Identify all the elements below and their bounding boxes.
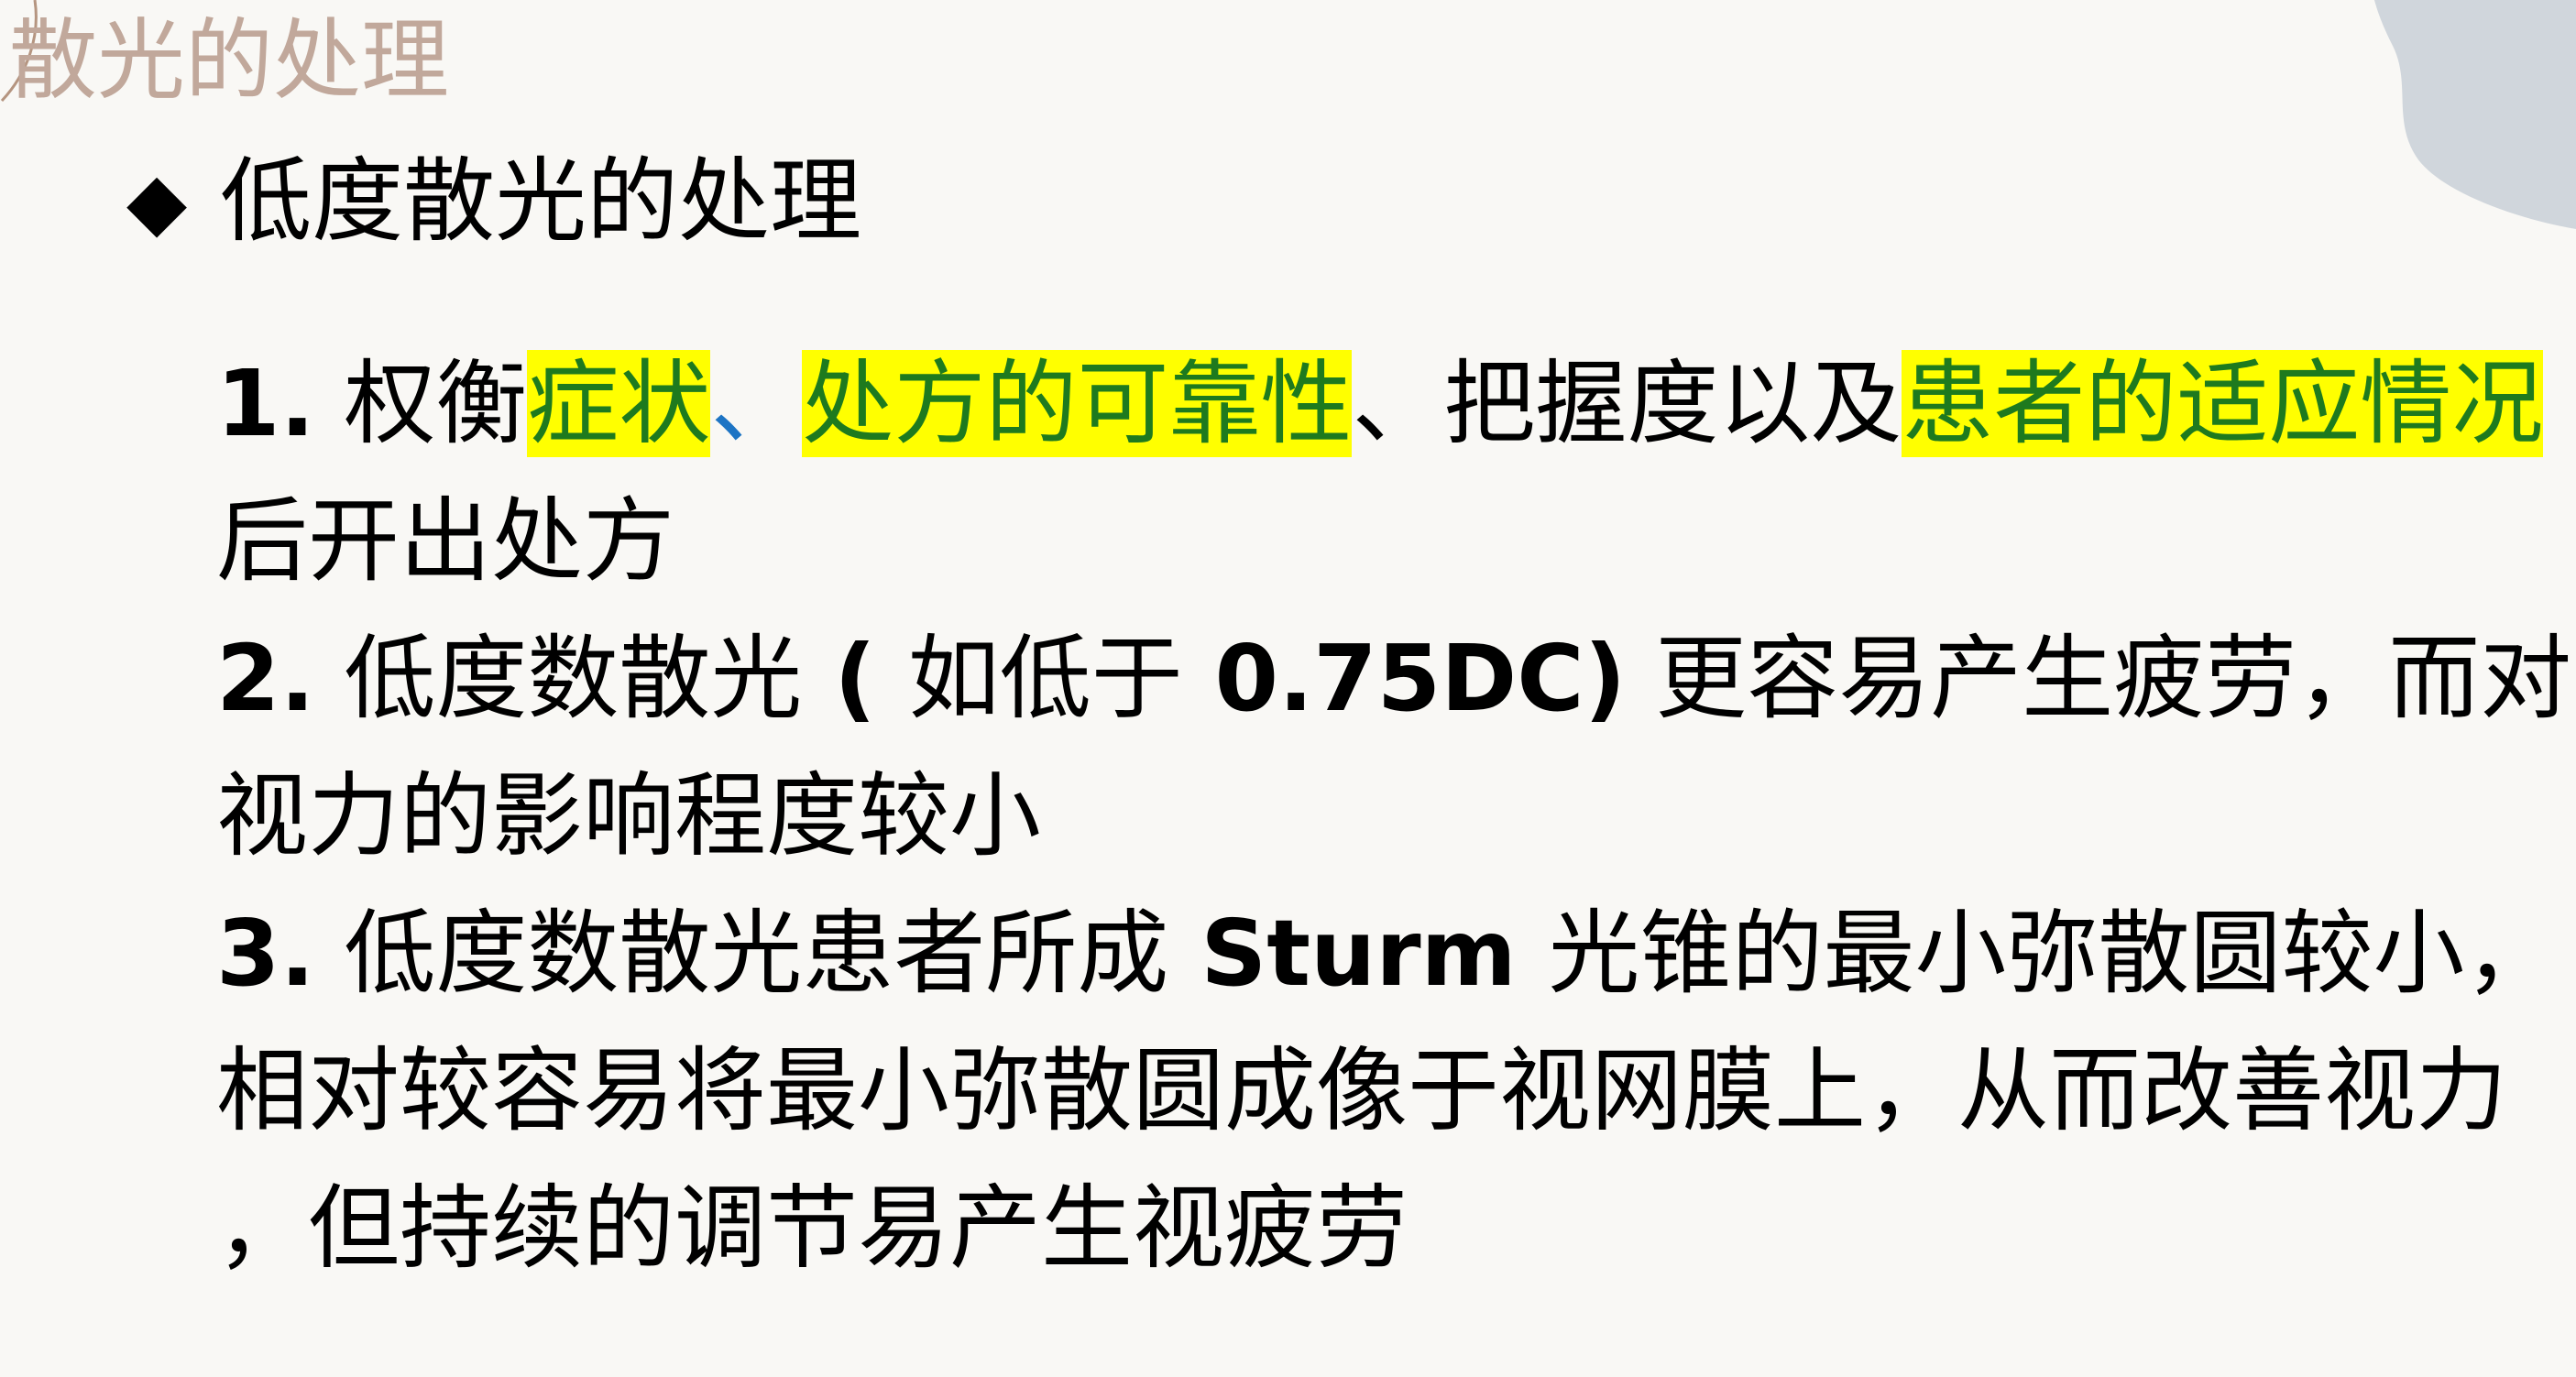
point-1-intro: 权衡 — [314, 350, 528, 457]
bullet-heading-text: 低度散光的处理 — [220, 148, 862, 255]
point-3-line-1: 3. 低度数散光患者所成 Sturm 光锥的最小弥散圆较小， — [216, 900, 2557, 1007]
point-3-number: 3. — [216, 900, 315, 1007]
point-1-number: 1. — [216, 350, 315, 457]
point-2-number: 2. — [216, 625, 315, 732]
point-2-text-3: 更容易产生疲劳，而对 — [1626, 625, 2572, 732]
point-2-text-1: 低度数散光 — [314, 625, 803, 732]
point-3-term: Sturm — [1168, 900, 1549, 1007]
point-1-highlight-symptoms: 症状 — [527, 350, 711, 457]
point-1-continuation: 后开出处方 — [216, 487, 674, 595]
point-1-highlight-adaptation: 患者的适应情况 — [1902, 350, 2544, 457]
point-1: 1. 权衡症状、处方的可靠性、把握度以及患者的适应情况 后开出处方 — [216, 335, 2544, 610]
point-1-mid-text: 、把握度以及 — [1352, 350, 1902, 457]
point-1-line-1: 1. 权衡症状、处方的可靠性、把握度以及患者的适应情况 — [216, 350, 2544, 457]
point-2-line-1: 2. 低度数散光 ( 如低于 0.75DC) 更容易产生疲劳，而对 — [216, 625, 2571, 732]
point-1-separator: 、 — [710, 350, 803, 457]
point-2: 2. 低度数散光 ( 如低于 0.75DC) 更容易产生疲劳，而对 视力的影响程… — [216, 610, 2571, 885]
point-3-line-3: ，但持续的调节易产生视疲劳 — [216, 1175, 1408, 1282]
point-1-highlight-reliability: 处方的可靠性 — [802, 350, 1353, 457]
point-2-paren-open: ( — [802, 625, 908, 732]
point-2-text-2: 如低于 — [907, 625, 1183, 732]
point-3-text-2: 光锥的最小弥散圆较小， — [1548, 900, 2557, 1007]
point-3: 3. 低度数散光患者所成 Sturm 光锥的最小弥散圆较小， 相对较容易将最小弥… — [216, 885, 2557, 1297]
point-3-line-2: 相对较容易将最小弥散圆成像于视网膜上，从而改善视力 — [216, 1037, 2507, 1144]
diamond-bullet-icon: ◆ — [126, 156, 188, 247]
points-list: 1. 权衡症状、处方的可靠性、把握度以及患者的适应情况 后开出处方 2. 低度数… — [216, 335, 2571, 1297]
corner-decoration-shape — [2374, 0, 2576, 229]
point-2-continuation: 视力的影响程度较小 — [216, 762, 1041, 869]
point-3-text-1: 低度数散光患者所成 — [314, 900, 1169, 1007]
point-2-value: 0.75DC) — [1182, 625, 1627, 732]
slide-title: 散光的处理 — [9, 9, 449, 112]
bullet-heading: ◆ 低度散光的处理 — [126, 147, 861, 257]
